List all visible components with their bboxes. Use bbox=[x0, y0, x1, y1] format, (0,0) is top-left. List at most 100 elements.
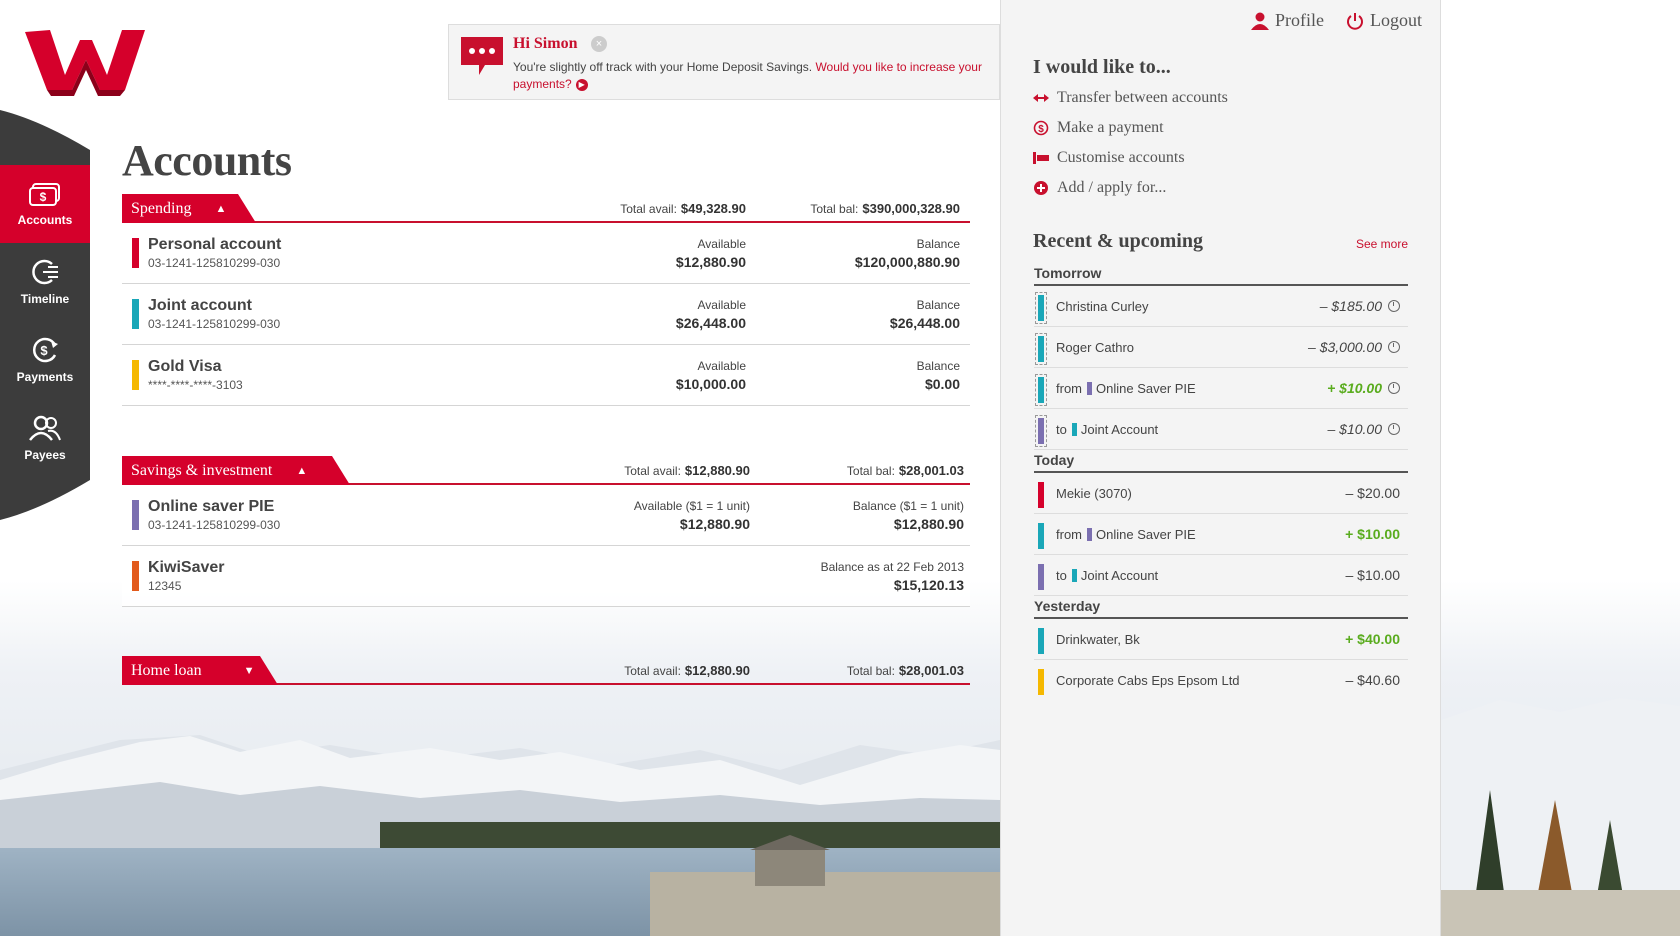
transaction-amount-value: – $3,000.00 bbox=[1308, 339, 1382, 355]
customise-accounts-action[interactable]: Customise accounts bbox=[1033, 149, 1185, 167]
spending-section: Spending ▲ Total avail: $49,328.90 Total … bbox=[122, 194, 970, 406]
account-row[interactable]: KiwiSaver 12345 Balance as at 22 Feb 201… bbox=[122, 546, 970, 607]
transaction-color-bar bbox=[1038, 669, 1044, 695]
transaction-payee: Joint Account bbox=[1080, 422, 1159, 437]
account-available-value: $26,448.00 bbox=[675, 315, 746, 331]
savings-header: Savings & investment ▲ Total avail: $12,8… bbox=[122, 456, 970, 485]
transaction-row[interactable]: Mekie (3070) – $20.00 bbox=[1034, 473, 1408, 514]
actions-heading: I would like to... bbox=[1033, 56, 1171, 78]
account-balance-label: Balance bbox=[916, 359, 960, 373]
add-apply-action[interactable]: Add / apply for... bbox=[1033, 179, 1166, 197]
nav-accounts-label: Accounts bbox=[17, 213, 73, 227]
transaction-row[interactable]: Christina Curley – $185.00 bbox=[1034, 286, 1408, 327]
transaction-color-bar bbox=[1038, 628, 1044, 654]
account-name: Personal account bbox=[148, 236, 282, 253]
top-bar: Profile Logout bbox=[1251, 10, 1422, 31]
user-icon bbox=[1251, 12, 1269, 30]
logout-button[interactable]: Logout bbox=[1346, 10, 1422, 31]
spending-tab[interactable]: Spending ▲ bbox=[122, 194, 256, 223]
transaction-row[interactable]: to Joint Account – $10.00 bbox=[1034, 409, 1408, 450]
account-row[interactable]: Personal account 03-1241-125810299-030 A… bbox=[122, 223, 970, 284]
account-balance-value: $15,120.13 bbox=[893, 577, 964, 593]
transaction-amount-value: + $40.00 bbox=[1345, 631, 1400, 647]
transaction-row[interactable]: to Joint Account – $10.00 bbox=[1034, 555, 1408, 596]
homeloan-section: Home loan ▼ Total avail: $12,880.90 Total… bbox=[122, 656, 970, 685]
account-color-bar bbox=[132, 299, 139, 329]
homeloan-tab[interactable]: Home loan ▼ bbox=[122, 656, 278, 685]
account-row[interactable]: Gold Visa ****-****-****-3103 Available … bbox=[122, 345, 970, 406]
spending-tab-label: Spending bbox=[131, 199, 192, 217]
homeloan-tab-label: Home loan bbox=[131, 661, 202, 679]
nav-payees[interactable]: Payees bbox=[0, 399, 90, 477]
account-color-swatch bbox=[1087, 382, 1092, 395]
logout-label: Logout bbox=[1370, 10, 1422, 30]
clock-icon bbox=[1388, 300, 1400, 312]
transaction-payee: Drinkwater, Bk bbox=[1056, 632, 1140, 647]
savings-total-available-value: $12,880.90 bbox=[684, 463, 750, 478]
add-apply-label: Add / apply for... bbox=[1057, 179, 1167, 196]
transaction-payee: Roger Cathro bbox=[1056, 340, 1135, 355]
transaction-payee: Christina Curley bbox=[1056, 299, 1149, 314]
account-name: KiwiSaver bbox=[148, 559, 225, 576]
transaction-prefix: from bbox=[1056, 527, 1082, 542]
account-available-label: Available bbox=[697, 237, 746, 251]
savings-total-balance-label: Total bal: bbox=[846, 464, 895, 478]
profile-button[interactable]: Profile bbox=[1251, 10, 1324, 31]
account-available-label: Available bbox=[697, 298, 746, 312]
transaction-color-bar bbox=[1035, 333, 1047, 365]
transaction-row[interactable]: from Online Saver PIE + $10.00 bbox=[1034, 514, 1408, 555]
transaction-row[interactable]: Roger Cathro – $3,000.00 bbox=[1034, 327, 1408, 368]
close-icon[interactable]: × bbox=[591, 36, 607, 52]
see-more-link[interactable]: See more bbox=[1356, 237, 1408, 251]
transaction-color-bar bbox=[1035, 415, 1047, 447]
account-balance: Balance $26,448.00 bbox=[890, 298, 960, 331]
transaction-amount-value: + $10.00 bbox=[1345, 526, 1400, 542]
homeloan-total-balance-value: $28,001.03 bbox=[898, 663, 964, 678]
account-row[interactable]: Joint account 03-1241-125810299-030 Avai… bbox=[122, 284, 970, 345]
profile-label: Profile bbox=[1275, 10, 1324, 30]
nav-timeline[interactable]: Timeline bbox=[0, 243, 90, 321]
spending-total-available: Total avail: $49,328.90 bbox=[620, 201, 746, 216]
transaction-amount-value: – $20.00 bbox=[1345, 485, 1401, 501]
savings-total-available-label: Total avail: bbox=[624, 464, 681, 478]
transaction-color-bar bbox=[1038, 523, 1044, 549]
transaction-amount: + $10.00 bbox=[1345, 526, 1400, 542]
account-number: 03-1241-125810299-030 bbox=[148, 256, 281, 270]
transaction-amount: – $185.00 bbox=[1320, 298, 1400, 314]
svg-text:$: $ bbox=[1038, 124, 1044, 135]
side-navigation: $ Accounts Timeline $ Payments Payees bbox=[0, 110, 90, 550]
savings-tab[interactable]: Savings & investment ▲ bbox=[122, 456, 350, 485]
nav-timeline-label: Timeline bbox=[20, 292, 70, 306]
transfer-action[interactable]: Transfer between accounts bbox=[1033, 89, 1228, 107]
day-heading-tomorrow: Tomorrow bbox=[1034, 265, 1408, 286]
arrow-right-icon[interactable]: ▶ bbox=[575, 78, 588, 91]
transaction-row[interactable]: from Online Saver PIE + $10.00 bbox=[1034, 368, 1408, 409]
transaction-prefix: to bbox=[1056, 422, 1067, 437]
westpac-logo[interactable] bbox=[20, 20, 150, 100]
savings-total-available: Total avail: $12,880.90 bbox=[624, 463, 750, 478]
nav-payments[interactable]: $ Payments bbox=[0, 321, 90, 399]
savings-total-balance: Total bal: $28,001.03 bbox=[847, 463, 964, 478]
transaction-amount: – $20.00 bbox=[1346, 485, 1401, 501]
transaction-amount: – $10.00 bbox=[1328, 421, 1400, 437]
account-balance-value: $120,000,880.90 bbox=[854, 254, 960, 270]
make-payment-action[interactable]: $ Make a payment bbox=[1033, 119, 1164, 137]
power-icon bbox=[1347, 12, 1363, 30]
collapse-arrow-icon: ▲ bbox=[296, 464, 308, 477]
account-color-bar bbox=[132, 360, 139, 390]
transaction-payee: Online Saver PIE bbox=[1096, 381, 1196, 396]
transaction-prefix: to bbox=[1056, 568, 1067, 583]
transaction-amount: + $10.00 bbox=[1327, 380, 1400, 396]
transaction-description: from Online Saver PIE bbox=[1056, 527, 1196, 542]
homeloan-total-balance-label: Total bal: bbox=[846, 664, 895, 678]
transaction-row[interactable]: Corporate Cabs Eps Epsom Ltd – $40.60 bbox=[1034, 660, 1408, 701]
account-row[interactable]: Online saver PIE 03-1241-125810299-030 A… bbox=[122, 485, 970, 546]
transaction-description: to Joint Account bbox=[1056, 422, 1158, 437]
transaction-row[interactable]: Drinkwater, Bk + $40.00 bbox=[1034, 619, 1408, 660]
account-available: Available $12,880.90 bbox=[676, 237, 746, 270]
day-heading-yesterday: Yesterday bbox=[1034, 598, 1408, 619]
payments-icon: $ bbox=[32, 337, 58, 363]
nav-accounts[interactable]: $ Accounts bbox=[0, 165, 90, 243]
account-balance: Balance ($1 = 1 unit) $12,880.90 bbox=[853, 499, 964, 532]
timeline-icon bbox=[32, 259, 58, 285]
